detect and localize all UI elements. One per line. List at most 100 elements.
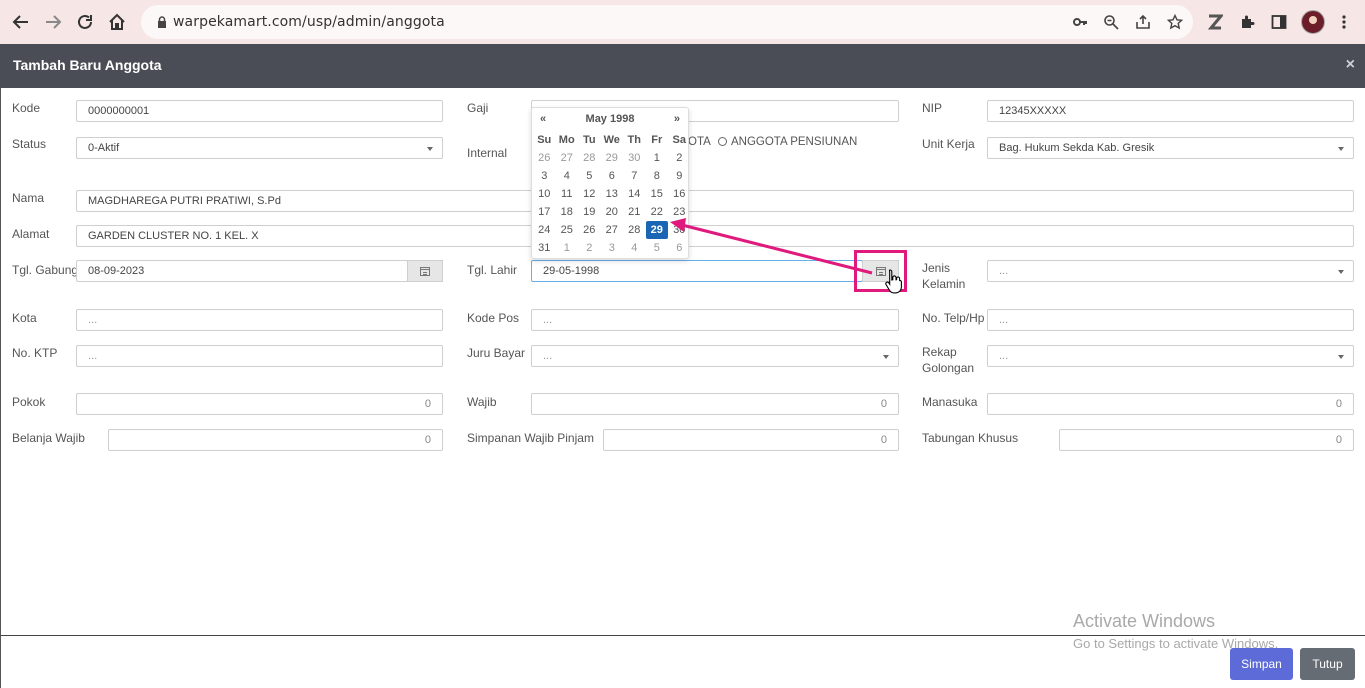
tgl-gabung-input[interactable]: 08-09-2023: [76, 260, 408, 282]
alamat-input[interactable]: GARDEN CLUSTER NO. 1 KEL. X: [76, 225, 1354, 247]
wajib-input[interactable]: 0: [531, 393, 899, 415]
simpanan-wajib-pinjam-input[interactable]: 0: [603, 429, 899, 451]
juru-bayar-select[interactable]: ...: [531, 345, 899, 367]
datepicker-day[interactable]: 3: [533, 167, 556, 185]
datepicker-day[interactable]: 13: [601, 185, 624, 203]
datepicker-day[interactable]: 5: [578, 167, 601, 185]
datepicker-day[interactable]: 4: [556, 167, 579, 185]
datepicker-next-button[interactable]: »: [674, 113, 680, 125]
nip-input[interactable]: 12345XXXXX: [987, 100, 1354, 122]
status-select[interactable]: 0-Aktif: [76, 137, 443, 159]
datepicker-dow: We: [603, 134, 620, 146]
datepicker-day[interactable]: 23: [668, 203, 691, 221]
datepicker-day[interactable]: 4: [623, 239, 646, 257]
radio-anggota-pensiunan-label[interactable]: ANGGOTA PENSIUNAN: [731, 134, 857, 150]
forward-icon[interactable]: [40, 9, 66, 35]
pokok-input[interactable]: 0: [76, 393, 443, 415]
datepicker-day[interactable]: 27: [556, 149, 579, 167]
manasuka-input[interactable]: 0: [987, 393, 1354, 415]
nama-input[interactable]: MAGDHAREGA PUTRI PRATIWI, S.Pd: [76, 190, 1354, 212]
telp-label: No. Telp/Hp: [922, 311, 985, 325]
datepicker-day[interactable]: 29: [601, 149, 624, 167]
save-button[interactable]: Simpan: [1230, 648, 1293, 680]
datepicker-day[interactable]: 21: [623, 203, 646, 221]
datepicker-day[interactable]: 20: [601, 203, 624, 221]
datepicker-day[interactable]: 7: [623, 167, 646, 185]
datepicker-day[interactable]: 28: [623, 221, 646, 239]
menu-kebab-icon[interactable]: [1333, 11, 1355, 33]
datepicker-day[interactable]: 1: [556, 239, 579, 257]
datepicker-day[interactable]: 1: [646, 149, 669, 167]
reload-icon[interactable]: [72, 9, 98, 35]
unit-kerja-label: Unit Kerja: [922, 137, 975, 151]
tgl-lahir-input[interactable]: 29-05-1998: [531, 260, 863, 282]
rekap-golongan-label-2: Golongan: [922, 361, 975, 375]
datepicker-day[interactable]: 19: [578, 203, 601, 221]
telp-input[interactable]: ...: [987, 309, 1354, 331]
key-icon[interactable]: [1071, 13, 1089, 31]
datepicker-month-title[interactable]: May 1998: [532, 113, 688, 125]
address-bar[interactable]: warpekamart.com/usp/admin/anggota: [141, 5, 1193, 39]
datepicker-day-selected[interactable]: 29: [645, 221, 668, 239]
url-text[interactable]: warpekamart.com/usp/admin/anggota: [173, 14, 445, 30]
datepicker-dow-row: Su Mo Tu We Th Fr Sa: [533, 131, 691, 149]
datepicker-day[interactable]: 25: [556, 221, 579, 239]
datepicker-day[interactable]: 14: [623, 185, 646, 203]
puzzle-icon[interactable]: [1237, 11, 1259, 33]
datepicker-day[interactable]: 26: [578, 221, 601, 239]
datepicker-day[interactable]: 24: [533, 221, 556, 239]
datepicker-day[interactable]: 30: [623, 149, 646, 167]
datepicker-day[interactable]: 31: [533, 239, 556, 257]
datepicker-day[interactable]: 28: [578, 149, 601, 167]
datepicker-day[interactable]: 2: [668, 149, 691, 167]
kode-pos-input[interactable]: ...: [531, 309, 899, 331]
radio-anggota-pensiunan[interactable]: [718, 137, 727, 146]
close-icon[interactable]: ×: [1346, 56, 1355, 74]
datepicker-prev-button[interactable]: «: [540, 113, 546, 125]
datepicker-day[interactable]: 6: [601, 167, 624, 185]
kota-input[interactable]: ...: [76, 309, 443, 331]
activate-windows-title: Activate Windows: [1073, 611, 1216, 631]
side-panel-icon[interactable]: [1268, 11, 1290, 33]
datepicker-day[interactable]: 11: [556, 185, 579, 203]
rekap-golongan-label-1: Rekap: [922, 345, 957, 359]
back-icon[interactable]: [8, 9, 34, 35]
tabungan-khusus-input[interactable]: 0: [1059, 429, 1354, 451]
datepicker-dow: Sa: [672, 134, 686, 146]
datepicker-day[interactable]: 15: [646, 185, 669, 203]
extension-z-icon[interactable]: [1204, 11, 1226, 33]
internal-label: Internal: [467, 146, 508, 160]
datepicker-popup: May 1998 « » Su Mo Tu We Th Fr Sa 26 27 28 29 30 1 2 3…: [531, 107, 689, 259]
datepicker-day[interactable]: 8: [646, 167, 669, 185]
datepicker-day[interactable]: 2: [578, 239, 601, 257]
kode-input[interactable]: 0000000001: [76, 100, 443, 122]
profile-avatar[interactable]: [1301, 10, 1325, 34]
datepicker-day[interactable]: 17: [533, 203, 556, 221]
datepicker-day[interactable]: 5: [646, 239, 669, 257]
jenis-kelamin-select[interactable]: ...: [987, 260, 1354, 282]
datepicker-day[interactable]: 16: [668, 185, 691, 203]
datepicker-day[interactable]: 6: [668, 239, 691, 257]
unit-kerja-select[interactable]: Bag. Hukum Sekda Kab. Gresik: [987, 137, 1354, 159]
datepicker-week-row: 26 27 28 29 30 1 2: [533, 149, 691, 167]
datepicker-day[interactable]: 27: [601, 221, 624, 239]
datepicker-day[interactable]: 26: [533, 149, 556, 167]
tgl-gabung-calendar-button[interactable]: [407, 260, 443, 282]
datepicker-day[interactable]: 10: [533, 185, 556, 203]
datepicker-dow: Su: [537, 134, 552, 146]
share-icon[interactable]: [1134, 13, 1152, 31]
datepicker-day[interactable]: 9: [668, 167, 691, 185]
datepicker-day[interactable]: 3: [601, 239, 624, 257]
zoom-icon[interactable]: [1102, 13, 1120, 31]
radio-anggota-label[interactable]: OTA: [688, 134, 711, 150]
rekap-golongan-select[interactable]: ...: [987, 345, 1354, 367]
close-button[interactable]: Tutup: [1300, 648, 1355, 680]
datepicker-day[interactable]: 18: [556, 203, 579, 221]
datepicker-day[interactable]: 22: [646, 203, 669, 221]
datepicker-day[interactable]: 30: [668, 221, 691, 239]
belanja-wajib-input[interactable]: 0: [108, 429, 443, 451]
home-icon[interactable]: [104, 9, 130, 35]
datepicker-day[interactable]: 12: [578, 185, 601, 203]
bookmark-star-icon[interactable]: [1166, 13, 1184, 31]
ktp-input[interactable]: ...: [76, 345, 443, 367]
